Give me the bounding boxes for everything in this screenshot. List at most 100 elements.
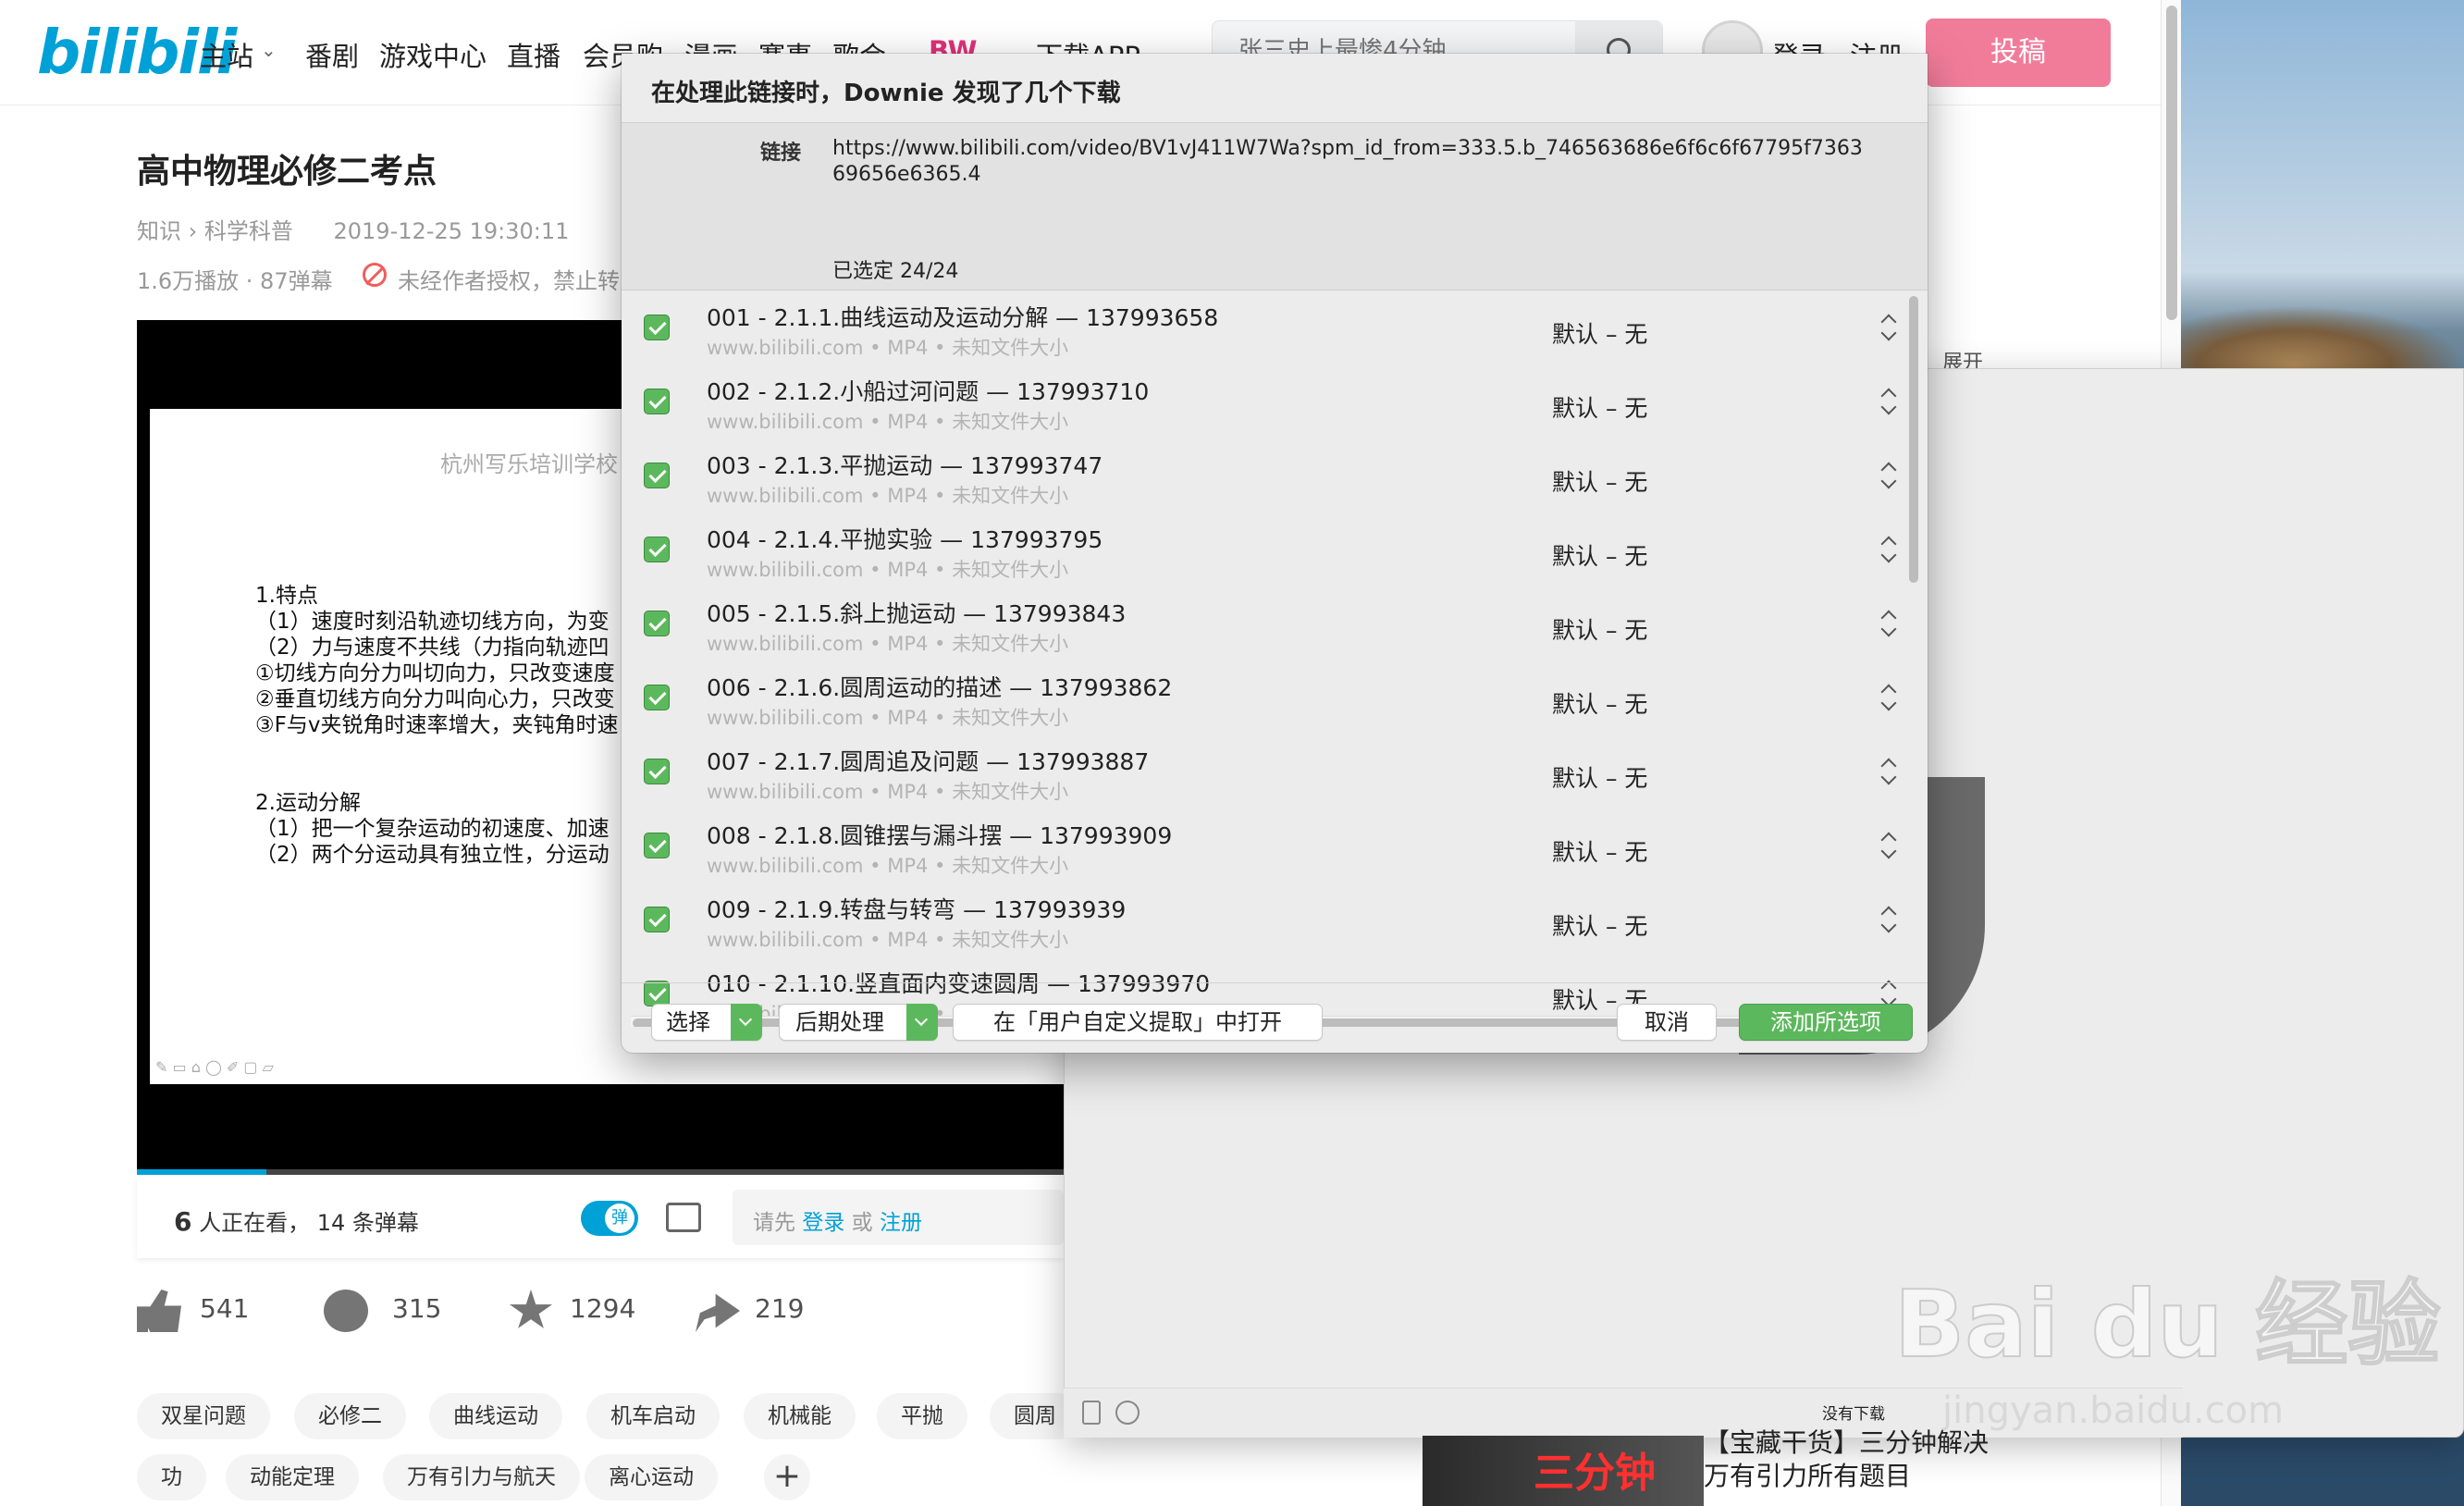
clipboard-icon[interactable] <box>1082 1401 1101 1425</box>
quality-stepper-icon[interactable] <box>1879 829 1898 862</box>
tag[interactable]: 双星问题 <box>137 1393 270 1439</box>
tag[interactable]: 曲线运动 <box>429 1393 562 1439</box>
item-quality[interactable]: 默认 – 无 <box>1552 612 1647 646</box>
list-item[interactable]: 006 - 2.1.6.圆周运动的描述 — 137993862 www.bili… <box>622 660 1916 734</box>
item-checkbox[interactable] <box>644 463 670 488</box>
list-item[interactable]: 002 - 2.1.2.小船过河问题 — 137993710 www.bilib… <box>622 364 1916 438</box>
promo-thumbnail[interactable]: 三分钟 <box>1423 1436 1704 1506</box>
danmaku-login-link[interactable]: 登录 <box>802 1211 844 1235</box>
add-selected-button[interactable]: 添加所选项 <box>1739 1004 1913 1041</box>
item-quality[interactable]: 默认 – 无 <box>1552 390 1647 424</box>
list-item[interactable]: 003 - 2.1.3.平抛运动 — 137993747 www.bilibil… <box>622 438 1916 512</box>
link-panel: 链接 https://www.bilibili.com/video/BV1vJ4… <box>622 122 1928 290</box>
cancel-button[interactable]: 取消 <box>1617 1004 1717 1041</box>
item-details: www.bilibili.com • MP4 • 未知文件大小 <box>707 633 1069 655</box>
chevron-down-icon[interactable]: ⌄ <box>261 39 277 61</box>
viewer-text: 人正在看， <box>191 1210 311 1236</box>
item-quality[interactable]: 默认 – 无 <box>1552 316 1647 350</box>
item-details: www.bilibili.com • MP4 • 未知文件大小 <box>707 707 1069 729</box>
danmaku-input[interactable]: 请先 登录 或 注册 <box>733 1190 1064 1245</box>
like-icon[interactable] <box>137 1290 181 1332</box>
list-item[interactable]: 007 - 2.1.7.圆周追及问题 — 137993887 www.bilib… <box>622 734 1916 809</box>
item-checkbox[interactable] <box>644 907 670 932</box>
list-scroll-thumb[interactable] <box>1909 296 1918 583</box>
quality-stepper-icon[interactable] <box>1879 681 1898 714</box>
tag[interactable]: 功 <box>137 1454 206 1500</box>
coin-icon[interactable] <box>324 1290 368 1332</box>
tag[interactable]: 离心运动 <box>585 1454 718 1500</box>
danmaku-toggle[interactable]: 弹 <box>581 1201 638 1236</box>
favorite-count: 1294 <box>570 1293 636 1324</box>
promo-title[interactable]: 万有引力所有题目 <box>1704 1456 1911 1493</box>
list-item[interactable]: 001 - 2.1.1.曲线运动及运动分解 — 137993658 www.bi… <box>622 290 1916 364</box>
item-details: www.bilibili.com • MP4 • 未知文件大小 <box>707 929 1069 951</box>
no-repost-icon <box>363 263 387 287</box>
danmaku-register-link[interactable]: 注册 <box>880 1211 922 1235</box>
chevron-down-icon[interactable] <box>906 1004 938 1041</box>
item-name: 007 - 2.1.7.圆周追及问题 — 137993887 <box>707 748 1150 775</box>
quality-stepper-icon[interactable] <box>1879 755 1898 788</box>
nav-live[interactable]: 直播 <box>507 35 561 74</box>
item-quality[interactable]: 默认 – 无 <box>1552 834 1647 868</box>
tag[interactable]: 必修二 <box>294 1393 406 1439</box>
upload-button[interactable]: 投稿 <box>1926 19 2111 87</box>
open-custom-extract-button[interactable]: 在「用户自定义提取」中打开 <box>953 1004 1323 1041</box>
quality-stepper-icon[interactable] <box>1879 607 1898 640</box>
list-vertical-scrollbar[interactable] <box>1907 296 1920 1018</box>
quality-stepper-icon[interactable] <box>1879 459 1898 492</box>
tag[interactable]: 机械能 <box>744 1393 856 1439</box>
nav-main[interactable]: 主站 <box>200 35 253 74</box>
item-quality[interactable]: 默认 – 无 <box>1552 538 1647 572</box>
video-date: 2019-12-25 19:30:11 <box>333 218 570 244</box>
tag[interactable]: 平抛 <box>877 1393 967 1439</box>
item-name: 008 - 2.1.8.圆锥摆与漏斗摆 — 137993909 <box>707 822 1173 849</box>
item-checkbox[interactable] <box>644 685 670 710</box>
item-checkbox[interactable] <box>644 537 670 562</box>
item-details: www.bilibili.com • MP4 • 未知文件大小 <box>707 855 1069 877</box>
item-checkbox[interactable] <box>644 315 670 340</box>
chevron-down-icon[interactable] <box>731 1004 762 1041</box>
tag[interactable]: 动能定理 <box>226 1454 359 1500</box>
list-item[interactable]: 004 - 2.1.4.平抛实验 — 137993795 www.bilibil… <box>622 512 1916 586</box>
item-details: www.bilibili.com • MP4 • 未知文件大小 <box>707 411 1069 433</box>
item-quality[interactable]: 默认 – 无 <box>1552 686 1647 720</box>
download-list[interactable]: 001 - 2.1.1.曲线运动及运动分解 — 137993658 www.bi… <box>622 290 1928 1027</box>
select-label: 选择 <box>666 1009 710 1035</box>
item-quality[interactable]: 默认 – 无 <box>1552 464 1647 498</box>
video-meta: 知识 › 科学科普 2019-12-25 19:30:11 <box>137 213 569 245</box>
browser-scroll-thumb[interactable] <box>2166 6 2177 320</box>
list-item[interactable]: 008 - 2.1.8.圆锥摆与漏斗摆 — 137993909 www.bili… <box>622 809 1916 883</box>
compass-icon[interactable] <box>1115 1401 1140 1425</box>
quality-stepper-icon[interactable] <box>1879 533 1898 566</box>
tag[interactable]: 机车启动 <box>586 1393 720 1439</box>
danmaku-toggle-label: 弹 <box>605 1204 634 1233</box>
share-icon[interactable] <box>696 1293 740 1332</box>
item-checkbox[interactable] <box>644 611 670 636</box>
danmaku-settings-icon[interactable] <box>666 1203 701 1232</box>
item-quality[interactable]: 默认 – 无 <box>1552 760 1647 794</box>
quality-stepper-icon[interactable] <box>1879 903 1898 936</box>
item-checkbox[interactable] <box>644 833 670 858</box>
postprocess-popup-button[interactable]: 后期处理 <box>779 1004 938 1041</box>
download-list-viewport: 001 - 2.1.1.曲线运动及运动分解 — 137993658 www.bi… <box>622 290 1928 1021</box>
list-item[interactable]: 009 - 2.1.9.转盘与转弯 — 137993939 www.bilibi… <box>622 883 1916 957</box>
item-checkbox[interactable] <box>644 389 670 414</box>
item-checkbox[interactable] <box>644 759 670 784</box>
nav-game-center[interactable]: 游戏中心 <box>379 35 487 74</box>
select-popup-button[interactable]: 选择 <box>651 1004 762 1041</box>
nav-bangumi[interactable]: 番剧 <box>305 35 359 74</box>
dialog-title: 在处理此链接时，Downie 发现了几个下载 <box>651 80 1121 107</box>
dialog-footer: 选择 后期处理 在「用户自定义提取」中打开 取消 添加所选项 <box>622 982 1928 1053</box>
list-item[interactable]: 005 - 2.1.5.斜上抛运动 — 137993843 www.bilibi… <box>622 586 1916 660</box>
quality-stepper-icon[interactable] <box>1879 311 1898 344</box>
star-icon[interactable] <box>509 1290 553 1328</box>
video-category[interactable]: 知识 › 科学科普 <box>137 218 293 244</box>
add-tag-button[interactable]: + <box>764 1454 810 1500</box>
player-progress-bar[interactable] <box>137 1169 1064 1175</box>
tag[interactable]: 万有引力与航天 <box>383 1454 580 1500</box>
item-name: 001 - 2.1.1.曲线运动及运动分解 — 137993658 <box>707 304 1219 331</box>
item-quality[interactable]: 默认 – 无 <box>1552 908 1647 942</box>
item-name: 006 - 2.1.6.圆周运动的描述 — 137993862 <box>707 674 1173 701</box>
quality-stepper-icon[interactable] <box>1879 385 1898 418</box>
item-details: www.bilibili.com • MP4 • 未知文件大小 <box>707 559 1069 581</box>
